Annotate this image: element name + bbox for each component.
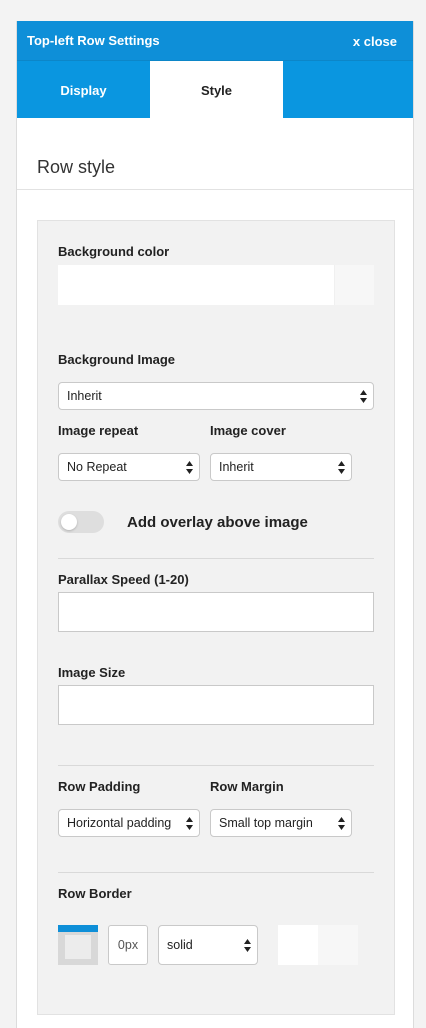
image-cover-select[interactable]: Inherit bbox=[210, 453, 352, 481]
image-repeat-value: No Repeat bbox=[67, 460, 127, 474]
border-color-picker[interactable] bbox=[278, 925, 358, 965]
select-arrows-icon bbox=[338, 817, 345, 830]
image-repeat-select[interactable]: No Repeat bbox=[58, 453, 200, 481]
row-padding-select[interactable]: Horizontal padding bbox=[58, 809, 200, 837]
background-color-picker[interactable] bbox=[58, 265, 374, 305]
image-size-label: Image Size bbox=[58, 665, 126, 680]
background-color-label: Background color bbox=[58, 244, 170, 259]
background-image-label: Background Image bbox=[58, 352, 176, 367]
tab-bar: Display Style bbox=[17, 60, 413, 119]
toggle-knob bbox=[61, 514, 77, 530]
border-width-input[interactable]: 0px bbox=[108, 925, 148, 965]
background-color-swatch[interactable] bbox=[334, 265, 374, 305]
row-margin-value: Small top margin bbox=[219, 816, 313, 830]
close-button[interactable]: x close bbox=[353, 34, 397, 49]
row-margin-select[interactable]: Small top margin bbox=[210, 809, 352, 837]
overlay-toggle-label: Add overlay above image bbox=[127, 514, 308, 531]
row-border-label: Row Border bbox=[58, 886, 132, 901]
border-side-top-icon[interactable] bbox=[58, 925, 98, 965]
select-arrows-icon bbox=[186, 817, 193, 830]
section-title: Row style bbox=[37, 157, 116, 177]
divider bbox=[58, 872, 374, 873]
border-top-indicator bbox=[58, 925, 98, 932]
style-options-box: Background color Background Image Inheri… bbox=[37, 220, 395, 1015]
image-cover-value: Inherit bbox=[219, 460, 254, 474]
border-style-select[interactable]: solid bbox=[158, 925, 258, 965]
select-arrows-icon bbox=[244, 939, 251, 952]
select-arrows-icon bbox=[186, 461, 193, 474]
row-settings-panel: Top-left Row Settings x close Display St… bbox=[16, 21, 414, 1028]
background-image-value: Inherit bbox=[67, 389, 102, 403]
border-color-swatch[interactable] bbox=[318, 925, 358, 965]
divider bbox=[58, 765, 374, 766]
border-style-value: solid bbox=[167, 938, 193, 952]
border-box-indicator bbox=[65, 935, 91, 959]
divider bbox=[58, 558, 374, 559]
image-cover-label: Image cover bbox=[210, 423, 286, 438]
parallax-speed-input[interactable] bbox=[58, 592, 374, 632]
select-arrows-icon bbox=[338, 461, 345, 474]
tab-style[interactable]: Style bbox=[150, 61, 283, 119]
overlay-toggle[interactable] bbox=[58, 511, 104, 533]
settings-titlebar: Top-left Row Settings x close bbox=[17, 21, 413, 60]
row-margin-label: Row Margin bbox=[210, 779, 284, 794]
row-padding-label: Row Padding bbox=[58, 779, 141, 794]
parallax-speed-label: Parallax Speed (1-20) bbox=[58, 572, 189, 587]
select-arrows-icon bbox=[360, 390, 367, 403]
image-size-input[interactable] bbox=[58, 685, 374, 725]
row-padding-value: Horizontal padding bbox=[67, 816, 172, 830]
panel-title: Top-left Row Settings bbox=[27, 33, 160, 48]
background-image-select[interactable]: Inherit bbox=[58, 382, 374, 410]
section-divider bbox=[17, 189, 413, 190]
tab-display[interactable]: Display bbox=[17, 61, 150, 119]
image-repeat-label: Image repeat bbox=[58, 423, 139, 438]
